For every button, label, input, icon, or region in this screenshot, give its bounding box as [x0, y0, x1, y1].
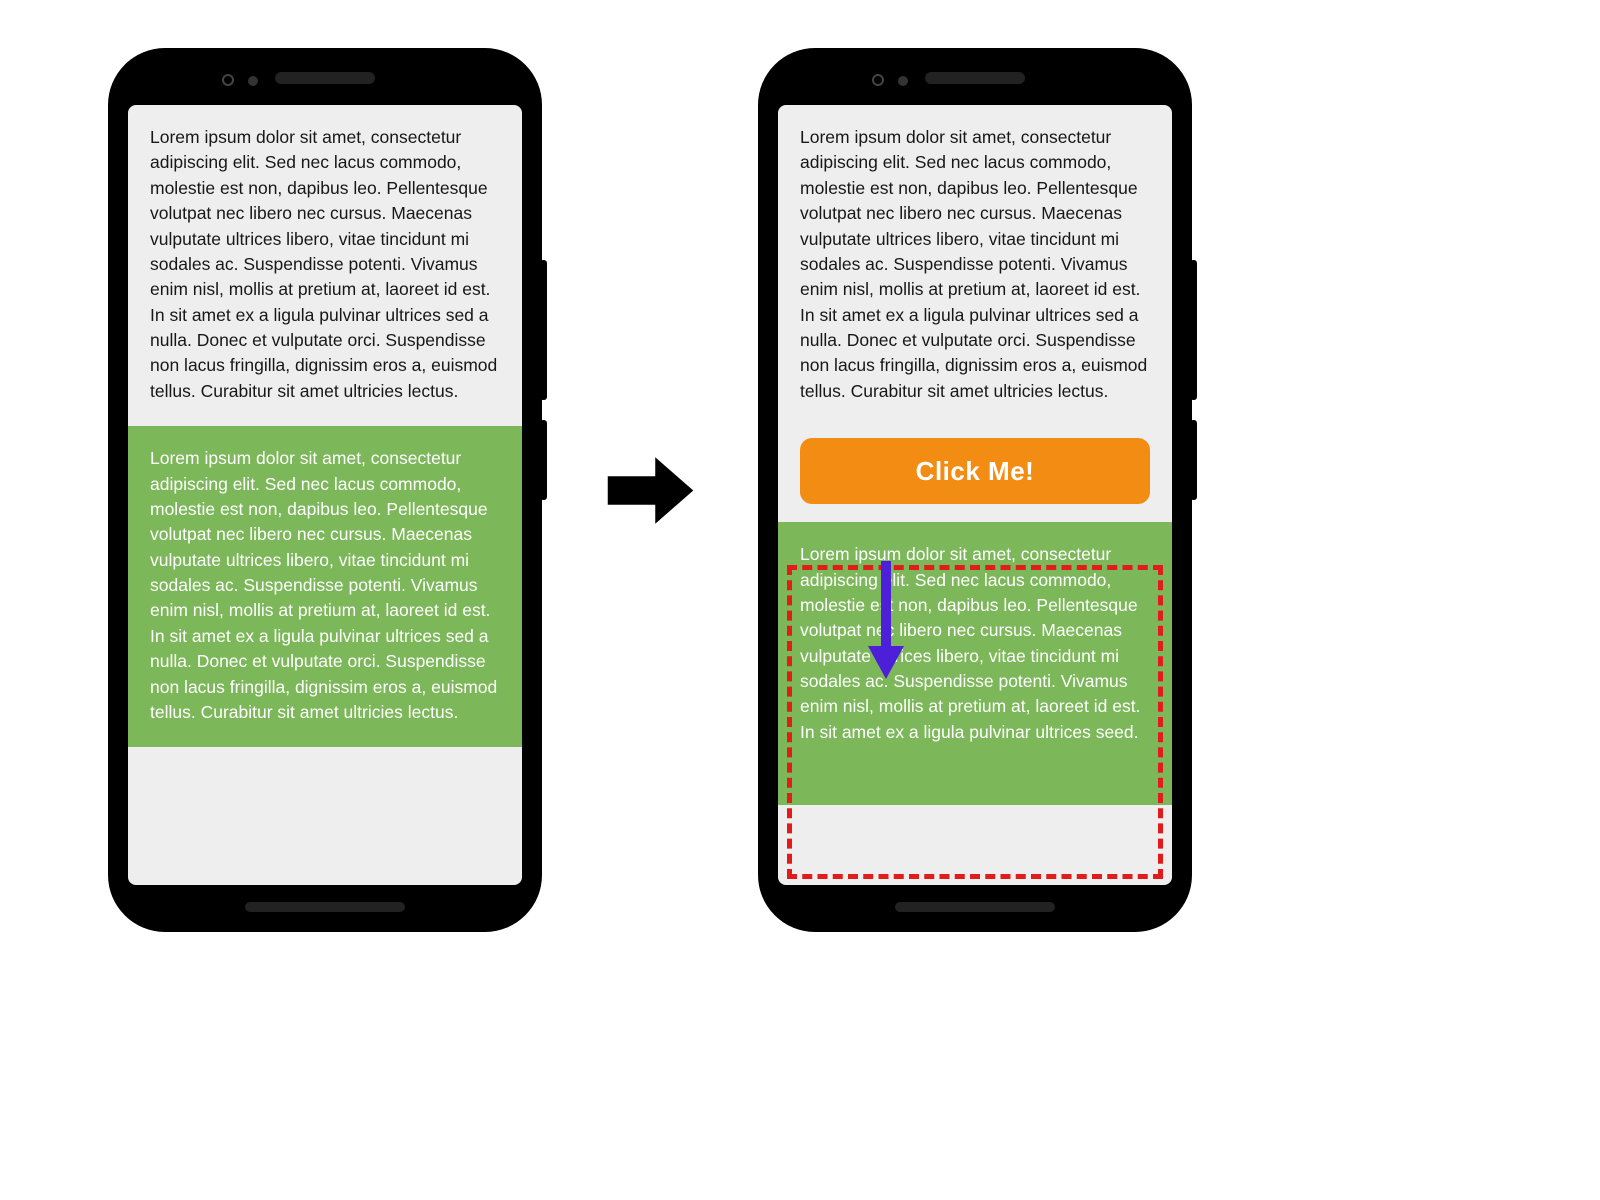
phone-after: Lorem ipsum dolor sit amet, consectetur … [760, 50, 1190, 930]
sensor-icon [898, 76, 908, 86]
camera-icon [872, 74, 884, 86]
inserted-content: Click Me! [778, 426, 1172, 522]
paragraph-top: Lorem ipsum dolor sit amet, consectetur … [778, 105, 1172, 426]
earpiece-icon [275, 72, 375, 84]
paragraph-green: Lorem ipsum dolor sit amet, consectetur … [128, 426, 522, 747]
layout-shift-diagram: Lorem ipsum dolor sit amet, consectetur … [110, 30, 1190, 950]
transition-arrow-icon [595, 435, 705, 545]
paragraph-top: Lorem ipsum dolor sit amet, consectetur … [128, 105, 522, 426]
screen-before: Lorem ipsum dolor sit amet, consectetur … [128, 105, 522, 885]
home-indicator-icon [895, 902, 1055, 912]
screen-after: Lorem ipsum dolor sit amet, consectetur … [778, 105, 1172, 885]
earpiece-icon [925, 72, 1025, 84]
home-indicator-icon [245, 902, 405, 912]
camera-icon [222, 74, 234, 86]
click-me-button[interactable]: Click Me! [800, 438, 1150, 504]
phone-before: Lorem ipsum dolor sit amet, consectetur … [110, 50, 540, 930]
sensor-icon [248, 76, 258, 86]
paragraph-green-shifted: Lorem ipsum dolor sit amet, consectetur … [778, 522, 1172, 805]
